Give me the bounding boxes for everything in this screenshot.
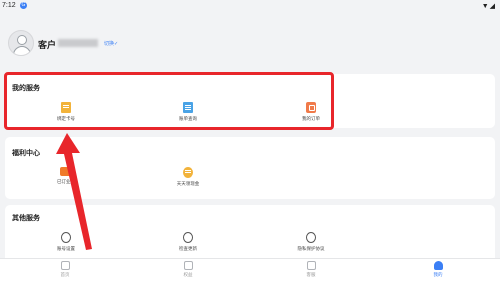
home-icon xyxy=(60,261,70,270)
highlight-arrow xyxy=(56,133,92,250)
benefits-icon xyxy=(183,261,193,270)
tab-service[interactable]: 客服 xyxy=(291,261,331,278)
tab-benefits[interactable]: 权益 xyxy=(168,261,208,278)
tab-mine[interactable]: 我的 xyxy=(418,261,458,278)
bottom-tab-bar: 首页 权益 客服 我的 xyxy=(0,258,500,282)
profile-icon xyxy=(433,261,443,270)
tab-home[interactable]: 首页 xyxy=(45,261,85,278)
chat-icon xyxy=(306,261,316,270)
tab-label: 我的 xyxy=(433,272,443,277)
tab-label: 客服 xyxy=(306,272,316,277)
tab-label: 首页 xyxy=(60,272,70,277)
tab-label: 权益 xyxy=(183,272,193,277)
